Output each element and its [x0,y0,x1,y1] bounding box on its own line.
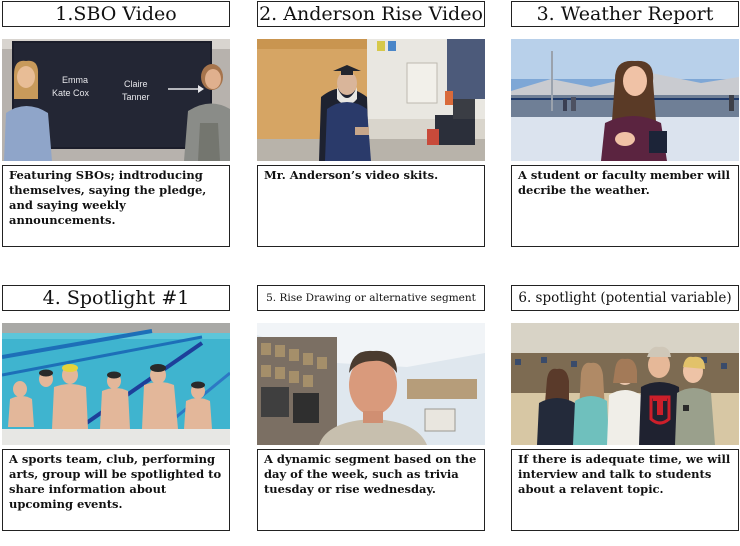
rise-drawing-photo [257,323,485,445]
student-spotlight-photo [511,323,739,445]
segment-panel-5: 5. Rise Drawing or alternative segment A… [257,285,485,531]
segment-photo-weather [511,39,739,161]
segment-panel-3: 3. Weather Report A student or faculty m… [511,1,739,247]
segment-description: Featuring SBOs; indtroducing themselves,… [2,165,230,247]
segment-title: 1.SBO Video [2,1,230,27]
segment-panel-4: 4. Spotlight #1 A sports team, club, per… [2,285,230,531]
screen-name-4: Tanner [122,92,150,102]
swim-team-photo [2,323,230,445]
segment-title: 5. Rise Drawing or alternative segment [257,285,485,311]
weather-report-photo [511,39,739,161]
segment-photo-spotlight [511,323,739,445]
segment-panel-2: 2. Anderson Rise Video Mr. Anderson’s vi… [257,1,485,247]
segment-photo-swim [2,323,230,445]
segment-title: 2. Anderson Rise Video [257,1,485,27]
segment-photo-drawing [257,323,485,445]
segment-description: A student or faculty member will decribe… [511,165,739,247]
segment-description: If there is adequate time, we will inter… [511,449,739,531]
anderson-video-photo [257,39,485,161]
segment-description: A dynamic segment based on the day of th… [257,449,485,531]
segment-description: A sports team, club, performing arts, gr… [2,449,230,531]
screen-name-1: Emma [62,75,88,85]
segment-title: 6. spotlight (potential variable) [511,285,739,311]
segment-photo-anderson [257,39,485,161]
segment-description: Mr. Anderson’s video skits. [257,165,485,247]
segment-title: 4. Spotlight #1 [2,285,230,311]
screen-name-2: Kate Cox [52,88,90,98]
screen-name-3: Claire [124,79,148,89]
segment-photo-sbo: Emma Kate Cox Claire Tanner [2,39,230,161]
segment-panel-1: 1.SBO Video Emma Kate Cox Claire Tanner … [2,1,230,247]
segment-title: 3. Weather Report [511,1,739,27]
sbo-video-photo: Emma Kate Cox Claire Tanner [2,39,230,161]
segment-panel-6: 6. spotlight (potential variable) If the… [511,285,739,531]
